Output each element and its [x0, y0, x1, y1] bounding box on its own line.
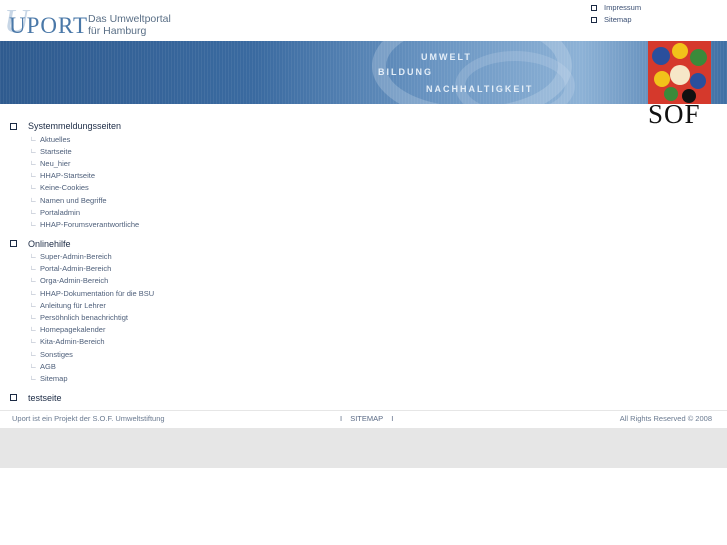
sub-link-label: Startseite: [40, 146, 72, 156]
top-links: Impressum Sitemap: [591, 2, 641, 26]
sub-link[interactable]: ∟ Sitemap: [10, 372, 710, 384]
sub-link[interactable]: ∟ Kita-Admin-Bereich: [10, 336, 710, 348]
sitemap-group: Onlinehilfe ∟ Super-Admin-Bereich ∟ Portal…: [10, 237, 710, 385]
sub-link-label: Keine-Cookies: [40, 183, 89, 193]
sub-link[interactable]: ∟ Super-Admin-Bereich: [10, 251, 710, 263]
tree-hook-icon: ∟: [30, 253, 37, 261]
logo-tagline-line-2: für Hamburg: [88, 25, 147, 37]
sub-link-label: Sitemap: [40, 373, 68, 383]
tree-hook-icon: ∟: [30, 159, 37, 167]
sub-link[interactable]: ∟ Persöhnlich benachrichtigt: [10, 311, 710, 323]
logo-tagline-line-1: Das Umweltportal: [88, 13, 171, 25]
tree-hook-icon: ∟: [30, 147, 37, 155]
sub-link[interactable]: ∟ Startseite: [10, 145, 710, 157]
footer-separator: I: [391, 414, 394, 423]
sub-link[interactable]: ∟ Namen und Begriffe: [10, 194, 710, 206]
sub-link-label: Sonstiges: [40, 349, 73, 359]
sub-link[interactable]: ∟ HHAP-Forumsverantwortliche: [10, 218, 710, 230]
footer-copyright: All Rights Reserved © 2008: [619, 414, 712, 423]
tree-hook-icon: ∟: [30, 301, 37, 309]
sub-link-label: Neu_hier: [40, 158, 71, 168]
sitemap-group: Systemmeldungsseiten ∟ Aktuelles ∟ Startse…: [10, 119, 710, 231]
tree-hook-icon: ∟: [30, 208, 37, 216]
top-link-sitemap[interactable]: Sitemap: [591, 14, 641, 25]
footer: Uport ist ein Projekt der S.O.F. Umwelts…: [0, 410, 727, 428]
tree-hook-icon: ∟: [30, 362, 37, 370]
sub-link-label: Orga-Admin-Bereich: [40, 276, 109, 286]
category-label: Systemmeldungsseiten: [28, 121, 122, 131]
sub-link-label: HHAP-Dokumentation für die BSU: [40, 288, 155, 298]
sub-link[interactable]: ∟ Portal-Admin-Bereich: [10, 263, 710, 275]
sub-link-label: HHAP-Startseite: [40, 171, 96, 181]
sub-link[interactable]: ∟ Portaladmin: [10, 206, 710, 218]
category-testseite[interactable]: testseite: [10, 391, 710, 405]
tree-hook-icon: ∟: [30, 196, 37, 204]
logo-wordmark: UPORT: [9, 13, 89, 38]
square-bullet-icon: [591, 4, 597, 11]
category-systemmeldungsseiten[interactable]: Systemmeldungsseiten: [10, 119, 710, 133]
header: U UPORT Das Umweltportal für Hamburg Imp…: [0, 0, 727, 41]
square-bullet-icon: [10, 122, 17, 130]
sub-link-label: Aktuelles: [40, 134, 71, 144]
banner-texture: [0, 41, 727, 104]
sof-logo[interactable]: SOF: [648, 41, 711, 129]
footer-credit: Uport ist ein Projekt der S.O.F. Umwelts…: [12, 414, 165, 423]
sitemap-tree: Systemmeldungsseiten ∟ Aktuelles ∟ Startse…: [10, 119, 710, 411]
tree-hook-icon: ∟: [30, 374, 37, 382]
tree-hook-icon: ∟: [30, 277, 37, 285]
sub-link-label: Portal-Admin-Bereich: [40, 264, 112, 274]
sof-figures-image: [648, 41, 711, 104]
sub-link-label: Namen und Begriffe: [40, 195, 107, 205]
tree-hook-icon: ∟: [30, 350, 37, 358]
sub-link[interactable]: ∟ Sonstiges: [10, 348, 710, 360]
banner-word-umwelt: UMWELT: [421, 52, 472, 62]
tree-hook-icon: ∟: [30, 135, 37, 143]
tree-hook-icon: ∟: [30, 338, 37, 346]
square-bullet-icon: [10, 240, 17, 247]
sub-link[interactable]: ∟ Keine-Cookies: [10, 182, 710, 194]
footer-separator: I: [340, 414, 343, 423]
sub-link-label: Portaladmin: [40, 207, 81, 217]
sub-link-label: Super-Admin-Bereich: [40, 252, 112, 262]
tree-hook-icon: ∟: [30, 314, 37, 322]
top-link-label: Sitemap: [604, 15, 632, 24]
sub-link-label: Anleitung für Lehrer: [40, 300, 106, 310]
tree-hook-icon: ∟: [30, 184, 37, 192]
tree-hook-icon: ∟: [30, 326, 37, 334]
square-bullet-icon: [591, 16, 597, 23]
sub-link-label: Persöhnlich benachrichtigt: [40, 313, 128, 323]
top-link-impressum[interactable]: Impressum: [591, 2, 641, 13]
category-onlinehilfe[interactable]: Onlinehilfe: [10, 237, 710, 251]
sub-link[interactable]: ∟ HHAP-Startseite: [10, 170, 710, 182]
category-label: Onlinehilfe: [28, 238, 71, 249]
sub-link[interactable]: ∟ Orga-Admin-Bereich: [10, 275, 710, 287]
tree-hook-icon: ∟: [30, 265, 37, 273]
sub-link[interactable]: ∟ Anleitung für Lehrer: [10, 299, 710, 311]
tree-hook-icon: ∟: [30, 220, 37, 228]
sub-link[interactable]: ∟ Aktuelles: [10, 133, 710, 145]
sub-link-label: Kita-Admin-Bereich: [40, 337, 105, 347]
sitemap-group: testseite: [10, 391, 710, 405]
sub-link-label: Homepagekalender: [40, 325, 106, 335]
sub-link[interactable]: ∟ HHAP-Dokumentation für die BSU: [10, 287, 710, 299]
banner-word-bildung: BILDUNG: [378, 67, 433, 77]
logo-tagline: Das Umweltportal für Hamburg: [88, 13, 171, 37]
top-link-label: Impressum: [604, 3, 642, 12]
footer-sitemap-link[interactable]: SITEMAP: [350, 414, 383, 423]
sub-link-label: AGB: [40, 361, 56, 371]
banner-word-nachhaltigkeit: NACHHALTIGKEIT: [426, 84, 534, 94]
tree-hook-icon: ∟: [30, 172, 37, 180]
sub-link[interactable]: ∟ Neu_hier: [10, 157, 710, 169]
sub-link[interactable]: ∟ AGB: [10, 360, 710, 372]
sub-link[interactable]: ∟ Homepagekalender: [10, 324, 710, 336]
tree-hook-icon: ∟: [30, 289, 37, 297]
category-label: testseite: [28, 392, 62, 403]
footer-nav: I SITEMAP I: [337, 414, 396, 423]
sub-link-label: HHAP-Forumsverantwortliche: [40, 219, 140, 229]
uport-logo[interactable]: U UPORT Das Umweltportal für Hamburg: [4, 5, 184, 39]
bottom-grey-band: [0, 428, 727, 468]
square-bullet-icon: [10, 394, 17, 402]
header-banner: UMWELT BILDUNG NACHHALTIGKEIT: [0, 41, 727, 104]
